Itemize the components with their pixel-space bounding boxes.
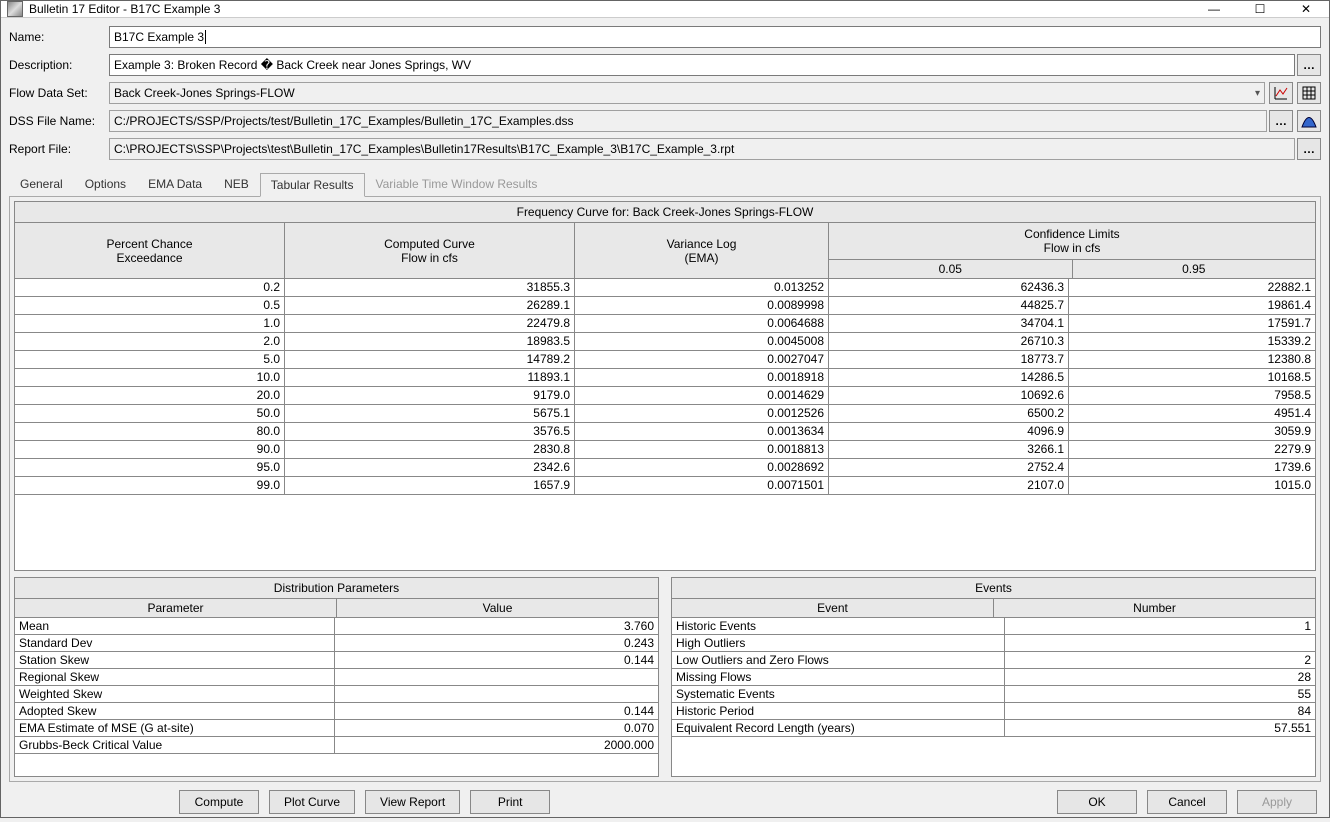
table-row[interactable]: 99.01657.90.00715012107.01015.0 xyxy=(15,477,1315,495)
tab-bar: GeneralOptionsEMA DataNEBTabular Results… xyxy=(9,172,1321,197)
table-row[interactable]: Low Outliers and Zero Flows2 xyxy=(672,652,1315,669)
minimize-button[interactable]: — xyxy=(1191,1,1237,17)
window-title: Bulletin 17 Editor - B17C Example 3 xyxy=(29,2,1191,16)
plot-icon-button[interactable] xyxy=(1269,82,1293,104)
table-row[interactable]: 0.231855.30.01325262436.322882.1 xyxy=(15,279,1315,297)
distribution-icon xyxy=(1301,114,1317,128)
table-row[interactable]: Missing Flows28 xyxy=(672,669,1315,686)
table-row[interactable]: 0.526289.10.008999844825.719861.4 xyxy=(15,297,1315,315)
table-row[interactable]: Systematic Events55 xyxy=(672,686,1315,703)
description-field[interactable]: Example 3: Broken Record � Back Creek ne… xyxy=(109,54,1295,76)
tab-options[interactable]: Options xyxy=(74,172,137,196)
window-buttons: — ☐ ✕ xyxy=(1191,1,1329,17)
reportfile-browse-button[interactable]: … xyxy=(1297,138,1321,160)
plot-icon xyxy=(1274,86,1288,100)
reportfile-label: Report File: xyxy=(9,142,109,156)
flowdataset-label: Flow Data Set: xyxy=(9,86,109,100)
tab-ema-data[interactable]: EMA Data xyxy=(137,172,213,196)
frequency-curve-table: Frequency Curve for: Back Creek-Jones Sp… xyxy=(14,201,1316,571)
table-icon-button[interactable] xyxy=(1297,82,1321,104)
ok-button[interactable]: OK xyxy=(1057,790,1137,814)
tab-variable-time-window-results: Variable Time Window Results xyxy=(365,172,549,196)
dssfile-label: DSS File Name: xyxy=(9,114,109,128)
table-row[interactable]: 90.02830.80.00188133266.12279.9 xyxy=(15,441,1315,459)
params-header: Parameter Value xyxy=(15,599,658,618)
tab-tabular-results[interactable]: Tabular Results xyxy=(260,173,365,197)
table-row[interactable]: 10.011893.10.001891814286.510168.5 xyxy=(15,369,1315,387)
description-browse-button[interactable]: … xyxy=(1297,54,1321,76)
flowdataset-dropdown[interactable]: Back Creek-Jones Springs-FLOW ▾ xyxy=(109,82,1265,104)
events-table: Events Event Number Historic Events1High… xyxy=(671,577,1316,777)
table-row[interactable]: Regional Skew xyxy=(15,669,658,686)
table-row[interactable]: Grubbs-Beck Critical Value2000.000 xyxy=(15,737,658,754)
table-row[interactable]: High Outliers xyxy=(672,635,1315,652)
header-ci-095: 0.95 xyxy=(1073,260,1316,278)
table-row[interactable]: 95.02342.60.00286922752.41739.6 xyxy=(15,459,1315,477)
params-rows: Mean3.760Standard Dev0.243Station Skew0.… xyxy=(15,618,658,754)
dssfile-field: C:/PROJECTS/SSP/Projects/test/Bulletin_1… xyxy=(109,110,1267,132)
table-row[interactable]: 50.05675.10.00125266500.24951.4 xyxy=(15,405,1315,423)
close-button[interactable]: ✕ xyxy=(1283,1,1329,17)
apply-button[interactable]: Apply xyxy=(1237,790,1317,814)
header-ci-005: 0.05 xyxy=(829,260,1073,278)
maximize-button[interactable]: ☐ xyxy=(1237,1,1283,17)
table-icon xyxy=(1302,86,1316,100)
dssfile-browse-button[interactable]: … xyxy=(1269,110,1293,132)
table-row[interactable]: Mean3.760 xyxy=(15,618,658,635)
header-computed-curve: Computed Curve Flow in cfs xyxy=(285,223,575,278)
name-label: Name: xyxy=(9,30,109,44)
name-field[interactable]: B17C Example 3 xyxy=(109,26,1321,48)
view-report-button[interactable]: View Report xyxy=(365,790,460,814)
cancel-button[interactable]: Cancel xyxy=(1147,790,1227,814)
table-row[interactable]: Adopted Skew0.144 xyxy=(15,703,658,720)
header-confidence-limits: Confidence Limits Flow in cfs 0.05 0.95 xyxy=(829,223,1315,278)
table-row[interactable]: Weighted Skew xyxy=(15,686,658,703)
titlebar: Bulletin 17 Editor - B17C Example 3 — ☐ … xyxy=(1,1,1329,18)
print-button[interactable]: Print xyxy=(470,790,550,814)
table-row[interactable]: 20.09179.00.001462910692.67958.5 xyxy=(15,387,1315,405)
freq-data-rows[interactable]: 0.231855.30.01325262436.322882.10.526289… xyxy=(15,279,1315,570)
tab-general[interactable]: General xyxy=(9,172,74,196)
params-title: Distribution Parameters xyxy=(15,578,658,599)
caret-icon xyxy=(205,30,206,44)
lower-panels: Distribution Parameters Parameter Value … xyxy=(14,577,1316,777)
events-title: Events xyxy=(672,578,1315,599)
reportfile-field: C:\PROJECTS\SSP\Projects\test\Bulletin_1… xyxy=(109,138,1295,160)
table-row[interactable]: Station Skew0.144 xyxy=(15,652,658,669)
table-row[interactable]: Standard Dev0.243 xyxy=(15,635,658,652)
app-icon xyxy=(7,1,23,17)
header-percent-chance: Percent Chance Exceedance xyxy=(15,223,285,278)
footer: Compute Plot Curve View Report Print OK … xyxy=(9,782,1321,814)
tab-neb[interactable]: NEB xyxy=(213,172,260,196)
freq-title: Frequency Curve for: Back Creek-Jones Sp… xyxy=(15,202,1315,223)
table-row[interactable]: Historic Period84 xyxy=(672,703,1315,720)
table-row[interactable]: 2.018983.50.004500826710.315339.2 xyxy=(15,333,1315,351)
events-rows: Historic Events1High OutliersLow Outlier… xyxy=(672,618,1315,737)
compute-button[interactable]: Compute xyxy=(179,790,259,814)
table-row[interactable]: Equivalent Record Length (years)57.551 xyxy=(672,720,1315,737)
tabular-results-panel: Frequency Curve for: Back Creek-Jones Sp… xyxy=(9,197,1321,782)
table-row[interactable]: 5.014789.20.002704718773.712380.8 xyxy=(15,351,1315,369)
plot-curve-button[interactable]: Plot Curve xyxy=(269,790,355,814)
app-window: Bulletin 17 Editor - B17C Example 3 — ☐ … xyxy=(0,0,1330,818)
header-variance-log: Variance Log (EMA) xyxy=(575,223,829,278)
chevron-down-icon: ▾ xyxy=(1255,88,1260,99)
table-row[interactable]: 1.022479.80.006468834704.117591.7 xyxy=(15,315,1315,333)
table-row[interactable]: EMA Estimate of MSE (G at-site)0.070 xyxy=(15,720,658,737)
description-label: Description: xyxy=(9,58,109,72)
distribution-parameters-table: Distribution Parameters Parameter Value … xyxy=(14,577,659,777)
freq-headers: Percent Chance Exceedance Computed Curve… xyxy=(15,223,1315,279)
table-row[interactable]: 80.03576.50.00136344096.93059.9 xyxy=(15,423,1315,441)
content: Name: B17C Example 3 Description: Exampl… xyxy=(1,18,1329,822)
distribution-icon-button[interactable] xyxy=(1297,110,1321,132)
events-header: Event Number xyxy=(672,599,1315,618)
table-row[interactable]: Historic Events1 xyxy=(672,618,1315,635)
